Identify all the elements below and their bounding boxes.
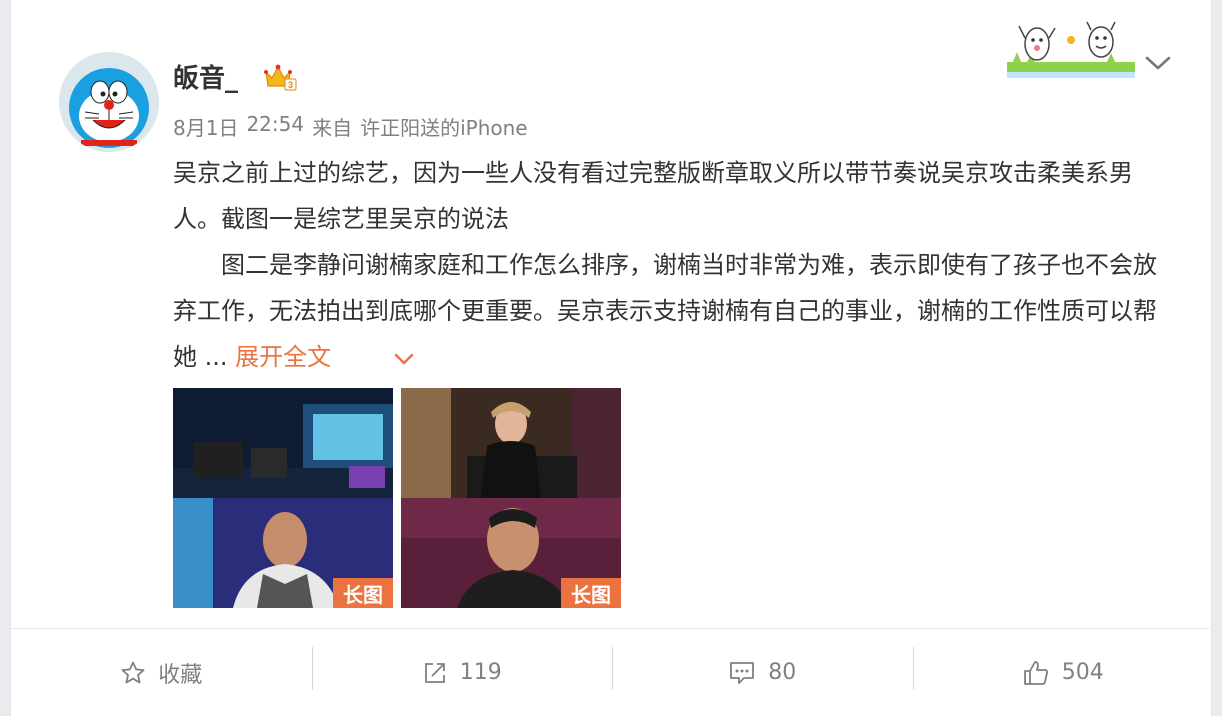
expand-link[interactable]: 展开全文 (235, 343, 415, 371)
post-paragraph: 吴京之前上过的综艺，因为一些人没有看过完整版断章取义所以带节奏说吴京攻击柔美系男… (173, 159, 1133, 233)
post-date[interactable]: 8月1日 (173, 112, 238, 141)
long-image-badge: 长图 (561, 578, 621, 608)
avatar[interactable] (59, 52, 159, 152)
expand-chevron-icon[interactable] (345, 335, 415, 381)
image-grid: 长图 长图 (173, 388, 621, 608)
repost-button[interactable]: 119 (311, 629, 613, 716)
thumbs-up-icon (1023, 660, 1048, 685)
favorite-label: 收藏 (158, 662, 203, 688)
source-prefix: 来自 (312, 116, 353, 140)
repost-count: 119 (459, 660, 502, 685)
action-bar: 收藏 119 80 504 (11, 628, 1213, 716)
chevron-down-icon[interactable] (1143, 48, 1173, 78)
svg-text:3: 3 (288, 80, 293, 90)
long-image-badge: 长图 (333, 578, 393, 608)
post-meta: 8月1日 22:54 来自 许正阳送的iPhone (173, 112, 528, 141)
share-icon (424, 662, 445, 683)
like-button[interactable]: 504 (912, 629, 1214, 716)
post-image[interactable]: 长图 (401, 388, 621, 608)
post-source[interactable]: 许正阳送的iPhone (360, 112, 528, 141)
post-text: 吴京之前上过的综艺，因为一些人没有看过完整版断章取义所以带节奏说吴京攻击柔美系男… (173, 150, 1163, 381)
comment-icon (730, 661, 755, 684)
decoration-sticker-icon (1007, 18, 1135, 82)
comment-count: 80 (768, 660, 797, 685)
star-icon (121, 661, 145, 683)
expand-label[interactable]: 展开全文 (235, 343, 331, 371)
post-paragraph: 图二是李静问谢楠家庭和工作怎么排序，谢楠当时非常为难，表示即使有了孩子也不会放弃… (173, 242, 1163, 381)
comment-button[interactable]: 80 (612, 629, 913, 716)
username[interactable]: 皈音_ (173, 58, 238, 95)
like-count: 504 (1061, 660, 1104, 685)
favorite-button[interactable]: 收藏 (11, 629, 312, 716)
post-image[interactable]: 长图 (173, 388, 393, 608)
post-time[interactable]: 22:54 (246, 112, 304, 141)
vip-crown-icon[interactable]: 3 (263, 62, 297, 92)
weibo-post-card: 皈音_ 3 8月1日 22:54 来自 许正阳送的iPhone 吴京之前上过的综… (10, 0, 1213, 716)
